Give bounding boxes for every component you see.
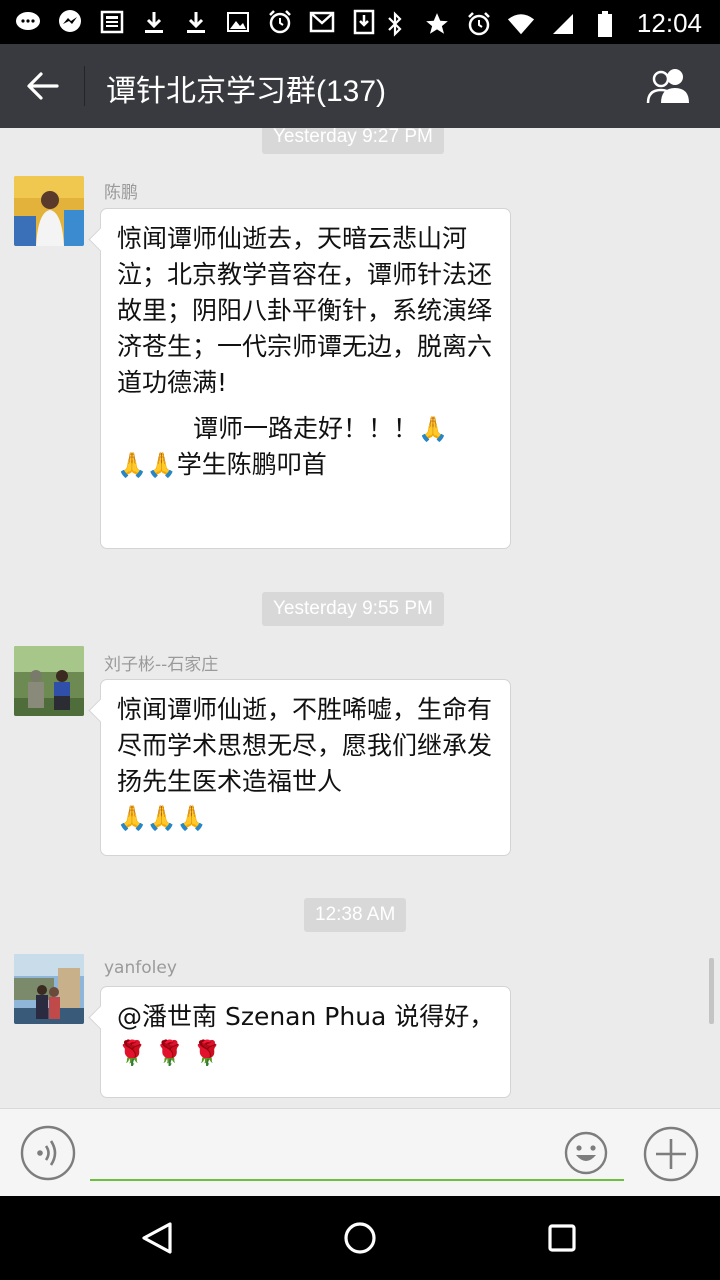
group-icon bbox=[646, 69, 689, 104]
clock: 12:04 bbox=[636, 8, 702, 38]
download-icon bbox=[182, 8, 210, 36]
image-icon bbox=[224, 8, 252, 36]
timestamp: 12:38 AM bbox=[304, 898, 407, 932]
sender-name: 陈鹏 bbox=[104, 183, 138, 203]
system-nav-bar bbox=[0, 1196, 720, 1280]
battery-icon bbox=[591, 10, 619, 38]
sender-name: 刘子彬--石家庄 bbox=[104, 655, 219, 675]
voice-icon bbox=[20, 1125, 76, 1181]
avatar[interactable] bbox=[14, 954, 84, 1024]
nav-home-button[interactable] bbox=[338, 1216, 382, 1260]
wifi-icon bbox=[507, 10, 535, 38]
more-button[interactable] bbox=[642, 1125, 700, 1183]
emoji-button[interactable] bbox=[558, 1125, 614, 1181]
nav-recents-button[interactable] bbox=[540, 1216, 584, 1260]
download-box-icon bbox=[350, 8, 378, 36]
circle-home-icon bbox=[344, 1222, 376, 1254]
header-divider bbox=[84, 66, 85, 106]
message-text-line: 🙏🙏学生陈鹏叩首 bbox=[117, 447, 496, 483]
group-members-button[interactable] bbox=[642, 64, 698, 108]
system-icons: 12:04 bbox=[381, 8, 702, 39]
chat-header: 谭针北京学习群(137) bbox=[0, 44, 720, 128]
news-icon bbox=[98, 8, 126, 36]
messenger-icon bbox=[56, 8, 84, 36]
message-text: @潘世南 Szenan Phua 说得好， bbox=[117, 1002, 495, 1031]
message-text: 谭师一路走好！！！ bbox=[193, 414, 419, 443]
avatar[interactable] bbox=[14, 646, 84, 716]
message-list[interactable]: Yesterday 9:27 PM 陈鹏 惊闻谭师仙逝去，天暗云悲山河泣；北京教… bbox=[0, 128, 720, 1108]
praying-hands-emoji: 🙏🙏🙏 bbox=[117, 804, 207, 832]
sender-name: yanfoley bbox=[104, 958, 177, 978]
message-bubble[interactable]: @潘世南 Szenan Phua 说得好， 🌹 🌹 🌹 bbox=[100, 986, 511, 1098]
bluetooth-icon bbox=[381, 10, 409, 38]
back-button[interactable] bbox=[18, 64, 66, 108]
message-text-line: @潘世南 Szenan Phua 说得好， 🌹 🌹 🌹 bbox=[117, 999, 496, 1071]
praying-hands-emoji: 🙏🙏 bbox=[117, 451, 177, 479]
message-text: 惊闻谭师仙逝去，天暗云悲山河泣；北京教学音容在，谭师针法还故里；阴阳八卦平衡针，… bbox=[117, 224, 493, 397]
message-bubble[interactable]: 惊闻谭师仙逝，不胜唏嘘，生命有尽而学术思想无尽，愿我们继承发扬先生医术造福世人 … bbox=[100, 679, 511, 856]
chat-bubble-icon bbox=[14, 8, 42, 36]
download-icon bbox=[140, 8, 168, 36]
scrollbar[interactable] bbox=[709, 958, 714, 1024]
notification-icons bbox=[14, 8, 378, 36]
alarm-icon bbox=[266, 8, 294, 36]
praying-hands-emoji: 🙏 bbox=[418, 415, 448, 443]
gmail-icon bbox=[308, 8, 336, 36]
rose-emoji: 🌹 🌹 🌹 bbox=[117, 1039, 222, 1067]
timestamp: Yesterday 9:27 PM bbox=[262, 128, 444, 154]
input-bar bbox=[0, 1108, 720, 1196]
star-icon bbox=[423, 10, 451, 38]
message-text-line: 🙏🙏🙏 bbox=[117, 800, 496, 836]
avatar[interactable] bbox=[14, 176, 84, 246]
message-text-line: 谭师一路走好！！！🙏 bbox=[117, 411, 496, 447]
message-bubble[interactable]: 惊闻谭师仙逝去，天暗云悲山河泣；北京教学音容在，谭师针法还故里；阴阳八卦平衡针，… bbox=[100, 208, 511, 549]
triangle-back-icon bbox=[142, 1222, 172, 1254]
message-input[interactable] bbox=[90, 1131, 624, 1181]
smiley-icon bbox=[564, 1131, 608, 1175]
back-arrow-icon bbox=[27, 72, 59, 100]
chat-title: 谭针北京学习群(137) bbox=[106, 75, 387, 108]
plus-icon bbox=[643, 1126, 699, 1182]
status-bar: 12:04 bbox=[0, 0, 720, 44]
message-text: 惊闻谭师仙逝，不胜唏嘘，生命有尽而学术思想无尽，愿我们继承发扬先生医术造福世人 bbox=[117, 695, 493, 796]
nav-back-button[interactable] bbox=[136, 1216, 180, 1260]
alarm-icon bbox=[465, 10, 493, 38]
message-text: 学生陈鹏叩首 bbox=[176, 450, 327, 479]
signal-icon bbox=[549, 10, 577, 38]
voice-button[interactable] bbox=[20, 1125, 76, 1181]
square-recents-icon bbox=[548, 1224, 576, 1252]
timestamp: Yesterday 9:55 PM bbox=[262, 592, 444, 626]
